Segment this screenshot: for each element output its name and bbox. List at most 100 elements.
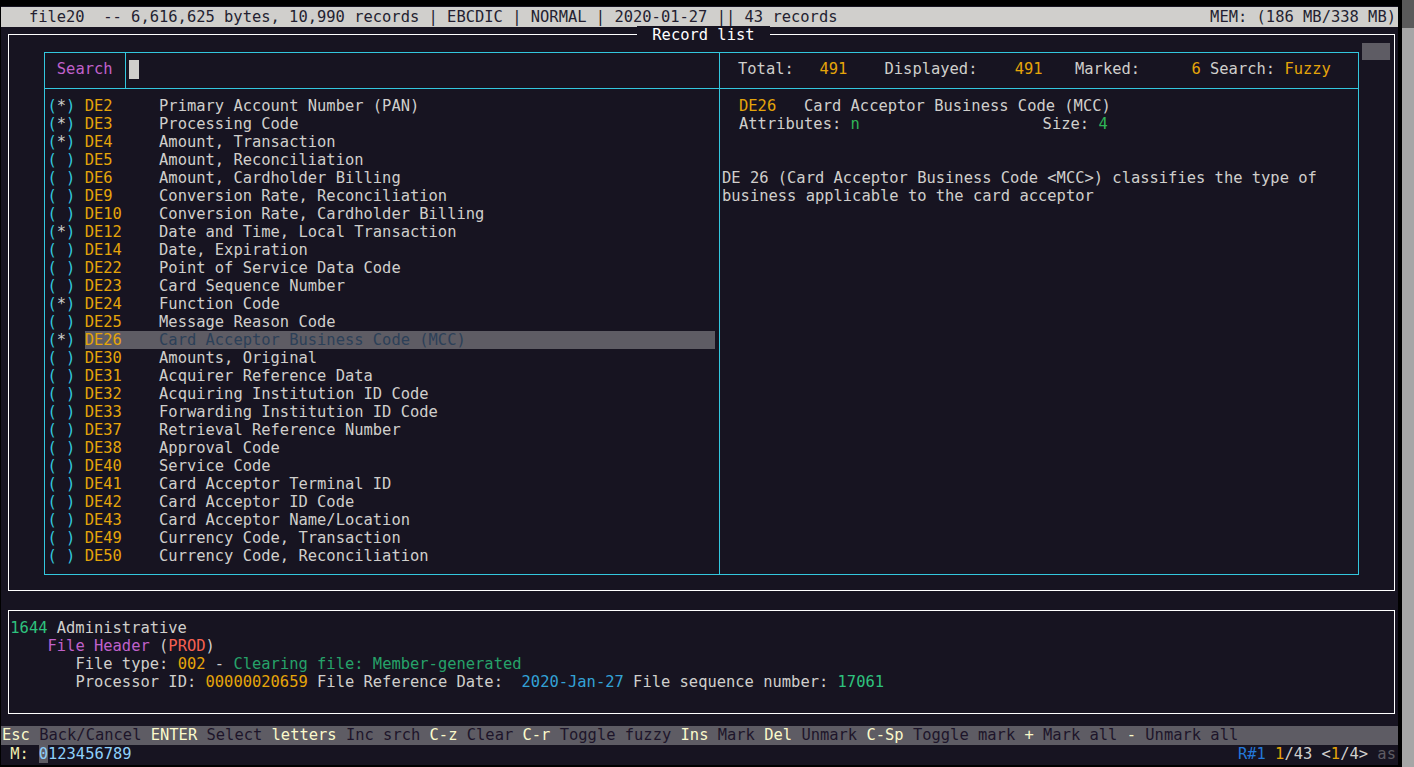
keybar-key: + [1024,726,1033,744]
stats-search-mode: Fuzzy [1284,60,1330,79]
preview-line-header: File Header (PROD) [48,637,215,655]
mark-paren-open: ( [48,259,57,277]
list-item-DE6[interactable]: ( ) DE6 Amount, Cardholder Billing [48,169,401,187]
mark-paren-close: ) [66,151,75,169]
processor-label: Processor ID: [75,673,196,691]
mark-paren-close: ) [66,385,75,403]
item-name: Amount, Transaction [159,133,336,151]
list-item-DE2[interactable]: (*) DE2 Primary Account Number (PAN) [48,97,420,115]
search-label-divider [125,52,126,89]
list-item-DE12[interactable]: (*) DE12 Date and Time, Local Transactio… [48,223,457,241]
list-item-DE50[interactable]: ( ) DE50 Currency Code, Reconciliation [48,547,429,565]
mark-paren-open: ( [48,475,57,493]
keybar-key: - [1127,726,1136,744]
mark-indicator-empty [57,457,66,475]
list-item-DE42[interactable]: ( ) DE42 Card Acceptor ID Code [48,493,355,511]
mti-code: 1644 [10,619,47,637]
mark-indicator-empty [57,313,66,331]
page-close: /4> [1340,745,1368,763]
mti-name: Administrative [57,619,187,637]
mark-indicator-empty [57,511,66,529]
list-item-DE38[interactable]: ( ) DE38 Approval Code [48,439,280,457]
filetype-desc: Clearing file: Member-generated [233,655,521,673]
scrollbar-thumb[interactable] [1362,43,1390,60]
list-item-DE37[interactable]: ( ) DE37 Retrieval Reference Number [48,421,401,439]
mark-paren-open: ( [48,457,57,475]
mark-paren-open: ( [48,151,57,169]
record-list-title: Record list [637,26,770,44]
item-code: DE43 [85,511,159,529]
item-code: DE6 [85,169,159,187]
pane-divider-vertical [719,52,720,575]
list-item-DE5[interactable]: ( ) DE5 Amount, Reconciliation [48,151,364,169]
list-item-DE14[interactable]: ( ) DE14 Date, Expiration [48,241,308,259]
item-name: Primary Account Number (PAN) [159,97,419,115]
item-name: Function Code [159,295,280,313]
marks-cursor-digit: 0 [39,745,48,763]
list-item-DE3[interactable]: (*) DE3 Processing Code [48,115,299,133]
stats-displayed-label: Displayed: [885,60,978,79]
preview-line-processor: Processor ID: 00000020659 File Reference… [75,673,884,691]
stats-marked-label: Marked: [1075,60,1140,79]
list-item-DE9[interactable]: ( ) DE9 Conversion Rate, Reconciliation [48,187,448,205]
list-item-DE23[interactable]: ( ) DE23 Card Sequence Number [48,277,345,295]
mark-paren-close: ) [66,313,75,331]
mark-indicator-empty [57,277,66,295]
keybinding-bar: Esc Back/Cancel ENTER Select letters Inc… [1,726,1398,745]
list-item-DE4[interactable]: (*) DE4 Amount, Transaction [48,133,336,151]
item-code: DE4 [85,133,159,151]
mark-paren-open: ( [48,385,57,403]
list-item-DE31[interactable]: ( ) DE31 Acquirer Reference Data [48,367,373,385]
filetype-sep: - [215,655,224,673]
filetype-label: File type: [75,655,168,673]
item-name: Acquirer Reference Data [159,367,373,385]
list-item-DE26[interactable]: (*) DE26 Card Acceptor Business Code (MC… [48,331,466,349]
mark-paren-open: ( [48,367,57,385]
search-label: Search [57,60,113,79]
item-code: DE40 [85,457,159,475]
header-title: File Header [48,637,150,655]
size-label: Size: [1043,115,1089,133]
list-item-DE22[interactable]: ( ) DE22 Point of Service Data Code [48,259,401,277]
header-env: PROD [168,637,205,655]
mark-indicator: * [57,97,66,115]
list-item-DE32[interactable]: ( ) DE32 Acquiring Institution ID Code [48,385,429,403]
item-code: DE37 [85,421,159,439]
mark-indicator: * [57,115,66,133]
terminal-screen: file20 -- 6,616,625 bytes, 10,990 record… [1,6,1398,765]
detail-code: DE26 [739,97,776,115]
item-code: DE24 [85,295,159,313]
item-name: Amount, Reconciliation [159,151,363,169]
list-item-DE40[interactable]: ( ) DE40 Service Code [48,457,271,475]
list-item-DE49[interactable]: ( ) DE49 Currency Code, Transaction [48,529,401,547]
mark-indicator-empty [57,151,66,169]
list-item-DE10[interactable]: ( ) DE10 Conversion Rate, Cardholder Bil… [48,205,485,223]
list-item-DE30[interactable]: ( ) DE30 Amounts, Original [48,349,318,367]
list-item-DE41[interactable]: ( ) DE41 Card Acceptor Terminal ID [48,475,392,493]
keybar-key: C-z [430,726,458,744]
mark-indicator: * [57,331,66,349]
mark-paren-close: ) [66,475,75,493]
item-name: Amount, Cardholder Billing [159,169,401,187]
mark-paren-close: ) [66,115,75,133]
item-name: Currency Code, Reconciliation [159,547,429,565]
mark-indicator-empty [57,421,66,439]
mark-paren-close: ) [66,547,75,565]
list-item-DE25[interactable]: ( ) DE25 Message Reason Code [48,313,336,331]
detail-header: DE26 Card Acceptor Business Code (MCC) [739,97,1111,115]
item-name: Currency Code, Transaction [159,529,401,547]
keybar-key: Del [764,726,792,744]
filetype-value: 002 [178,655,206,673]
stats-search-label: Search: [1210,60,1275,79]
search-input[interactable] [127,53,718,88]
mark-paren-open: ( [48,169,57,187]
keybar-key: C-Sp [866,726,903,744]
mark-paren-open: ( [48,97,57,115]
list-item-DE43[interactable]: ( ) DE43 Card Acceptor Name/Location [48,511,411,529]
list-item-DE24[interactable]: (*) DE24 Function Code [48,295,280,313]
list-item-DE33[interactable]: ( ) DE33 Forwarding Institution ID Code [48,403,438,421]
position-current: 1 [1275,745,1284,763]
item-name: Card Acceptor Terminal ID [159,475,391,493]
window-scrollbar-track[interactable] [1402,0,1414,767]
marks-digits[interactable]: 0123456789 [39,745,132,764]
